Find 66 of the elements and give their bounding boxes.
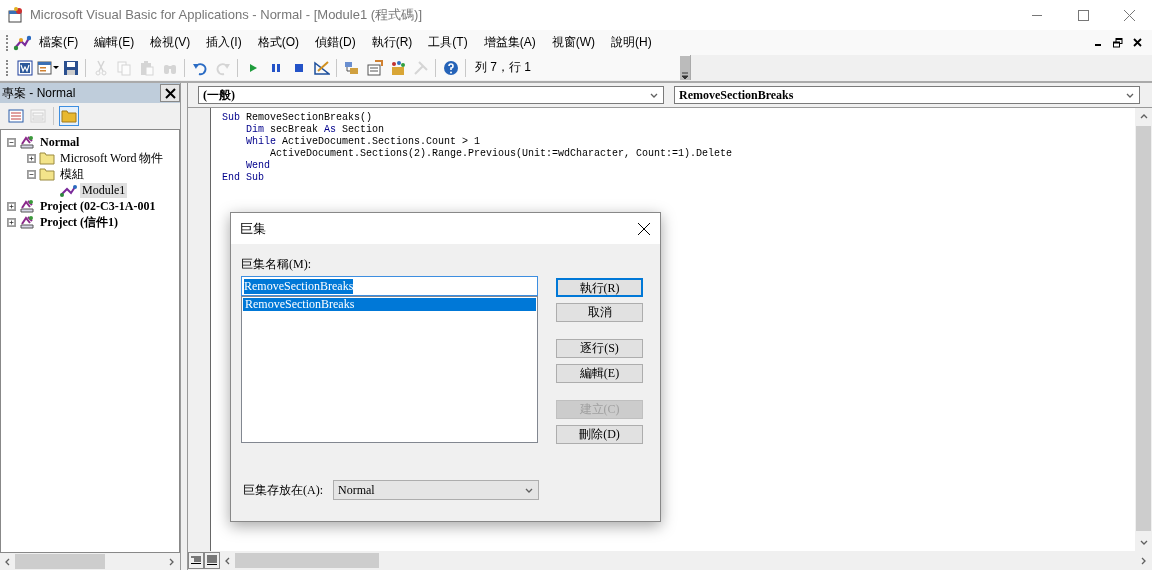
close-icon[interactable] (638, 222, 650, 235)
project-icon (19, 214, 35, 230)
procedure-dropdown[interactable]: RemoveSectionBreaks (674, 86, 1140, 104)
expand-icon[interactable] (7, 217, 16, 227)
dialog-button[interactable]: 刪除(D) (556, 425, 643, 444)
expand-icon[interactable] (27, 153, 36, 163)
code-line: ActiveDocument.Sections(2).Range.Previous(Unit:=wdCharacter, Count:=1).Delete (269, 148, 733, 160)
dialog-button[interactable]: 執行(R) (556, 278, 643, 297)
menu-item[interactable]: 檔案(F) (31, 32, 87, 53)
module-icon (59, 182, 77, 198)
caret-icon (52, 65, 59, 70)
project-icon (19, 198, 35, 214)
menu-item[interactable]: 工具(T) (420, 32, 476, 53)
tree-item[interactable]: Project (02-C3-1A-001 (38, 198, 158, 214)
caret-icon (681, 71, 689, 80)
code-line: While ActiveDocument.Sections.Count > 1 (245, 136, 481, 148)
dialog-button[interactable]: 逐行(S) (556, 339, 643, 358)
menu-item[interactable]: 檢視(V) (142, 32, 199, 53)
menu-item[interactable]: 偵錯(D) (307, 32, 364, 53)
code-line: Wend (245, 160, 270, 172)
tree-item[interactable]: Project (信件1) (38, 213, 121, 231)
folder-icon (39, 167, 55, 181)
dialog-button[interactable]: 取消 (556, 303, 643, 322)
toolbar-options-button[interactable] (680, 55, 690, 80)
maximize-icon (1077, 9, 1089, 21)
app-icon (8, 7, 24, 23)
cursor-position: 列 7，行 1 (475, 59, 531, 76)
menu-item[interactable]: 格式(O) (249, 32, 307, 53)
procedure-view-button[interactable] (188, 552, 204, 569)
full-module-view-button[interactable] (204, 552, 220, 569)
object-dropdown[interactable]: (一般) (198, 86, 664, 104)
menu-item[interactable]: 說明(H) (603, 32, 660, 53)
project-icon (19, 134, 35, 150)
pane-title: 專案 - Normal (2, 84, 76, 102)
menu-item[interactable]: 視窗(W) (543, 32, 603, 53)
field-label: 巨集名稱(M): (241, 256, 311, 273)
list-item[interactable]: RemoveSectionBreaks (243, 298, 536, 311)
close-icon[interactable] (1133, 37, 1142, 47)
close-button[interactable] (160, 84, 180, 102)
close-icon (1123, 9, 1135, 21)
code-line: Dim secBreak As Section (245, 124, 385, 136)
menu-item[interactable]: 執行(R) (363, 32, 421, 53)
tree-item[interactable]: Normal (38, 134, 82, 150)
close-icon (164, 87, 176, 99)
restore-icon[interactable] (1113, 37, 1123, 48)
menu-item[interactable]: 增益集(A) (475, 32, 544, 53)
lines-icon (191, 556, 201, 565)
collapse-icon[interactable] (27, 169, 36, 179)
menu-item[interactable]: 編輯(E) (86, 32, 143, 53)
macro-name-field[interactable]: RemoveSectionBreaks (241, 276, 538, 296)
tree-item[interactable]: Module1 (80, 182, 128, 198)
location-dropdown[interactable]: Normal (333, 480, 539, 500)
dialog-title: 巨集 (240, 219, 266, 238)
expand-icon[interactable] (7, 201, 16, 211)
vba-icon (13, 34, 31, 51)
menu-item[interactable]: 插入(I) (198, 32, 250, 53)
collapse-icon[interactable] (7, 137, 16, 147)
tree-item[interactable]: 模組 (58, 165, 86, 183)
window-title: Microsoft Visual Basic for Applications - Normal - [Module1 (程式碼)] (30, 6, 424, 24)
lines-icon (207, 555, 217, 566)
code-line: End Sub (222, 172, 264, 184)
folder-icon (39, 151, 55, 165)
dialog-button[interactable]: 編輯(E) (556, 364, 643, 383)
code-line: Sub RemoveSectionBreaks() (222, 112, 373, 124)
tree-item[interactable]: Microsoft Word 物件 (58, 149, 166, 167)
field-label: 巨集存放在(A): (243, 481, 323, 499)
